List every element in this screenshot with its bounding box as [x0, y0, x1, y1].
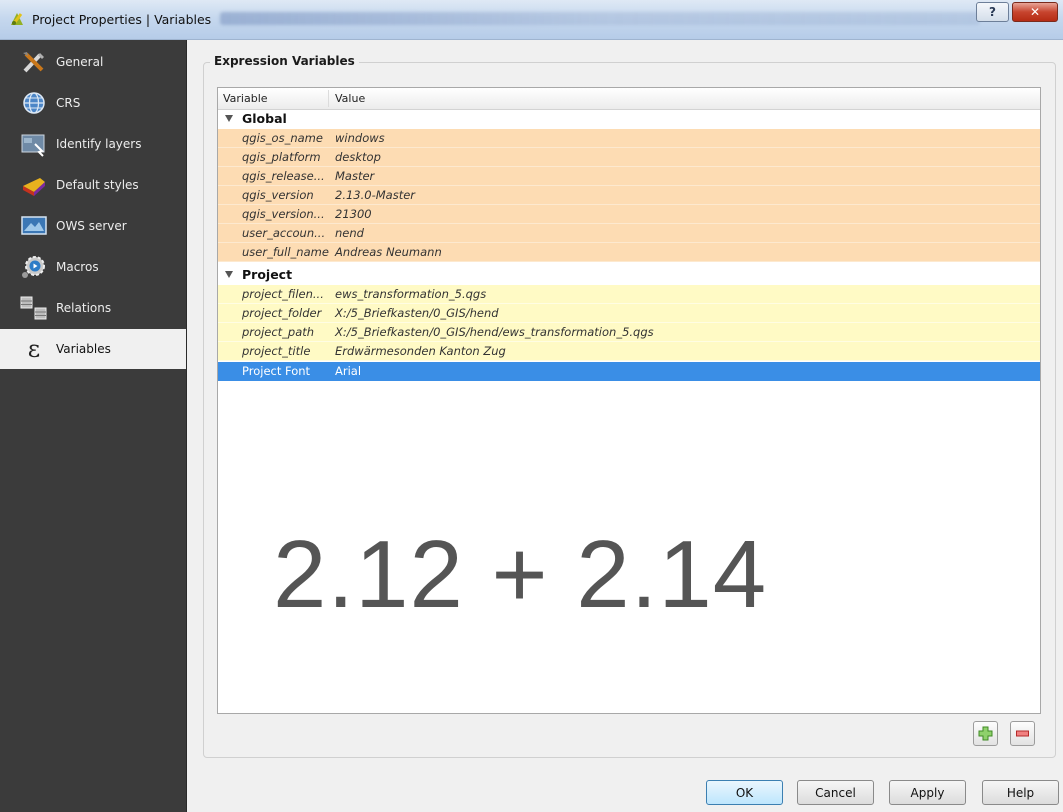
ows-icon — [21, 216, 47, 235]
minus-icon — [1016, 730, 1029, 737]
help-button[interactable]: Help — [982, 780, 1059, 805]
sidebar-item-relations[interactable]: Relations — [0, 288, 186, 328]
paint-icon — [23, 178, 45, 196]
variable-value: X:/5_Briefkasten/0_GIS/hend — [335, 306, 499, 320]
apply-button[interactable]: Apply — [889, 780, 966, 805]
sidebar-item-label: Default styles — [56, 178, 139, 192]
plus-icon — [978, 726, 993, 741]
macros-icon — [22, 256, 45, 278]
add-variable-button[interactable] — [973, 721, 998, 746]
table-row[interactable]: qgis_platform desktop — [218, 148, 1040, 167]
relations-icon — [20, 296, 47, 320]
sidebar-item-label: Identify layers — [56, 137, 142, 151]
variable-name: user_full_name — [242, 245, 329, 259]
sidebar-item-general[interactable]: General — [0, 42, 186, 82]
blurred-title-text — [220, 12, 980, 25]
title-bar: Project Properties | Variables ? ✕ — [0, 0, 1063, 40]
variable-value: Erdwärmesonden Kanton Zug — [335, 344, 506, 358]
table-row[interactable]: user_accoun... nend — [218, 224, 1040, 243]
variable-name: project_title — [242, 344, 311, 358]
table-row[interactable]: qgis_release... Master — [218, 167, 1040, 186]
expand-arrow-icon[interactable] — [225, 115, 233, 122]
sidebar-item-label: Variables — [56, 342, 111, 356]
variable-name: qgis_os_name — [242, 131, 323, 145]
cancel-button[interactable]: Cancel — [797, 780, 874, 805]
ok-button[interactable]: OK — [706, 780, 783, 805]
sidebar-item-label: Macros — [56, 260, 99, 274]
table-row[interactable]: qgis_version 2.13.0-Master — [218, 186, 1040, 205]
variable-name: project_path — [242, 325, 315, 339]
variable-value: ews_transformation_5.qgs — [335, 287, 487, 301]
variable-value: nend — [335, 226, 364, 240]
window-title: Project Properties | Variables — [32, 12, 212, 27]
table-row[interactable]: qgis_version... 21300 — [218, 205, 1040, 224]
table-row[interactable]: project_title Erdwärmesonden Kanton Zug — [218, 342, 1040, 361]
close-window-button[interactable]: ✕ — [1012, 2, 1058, 22]
remove-variable-button[interactable] — [1010, 721, 1035, 746]
variable-name: qgis_version... — [242, 207, 325, 221]
identify-icon — [21, 134, 45, 157]
variable-name: qgis_release... — [242, 169, 325, 183]
table-row[interactable]: project_path X:/5_Briefkasten/0_GIS/hend… — [218, 323, 1040, 342]
sidebar-item-crs[interactable]: CRS — [0, 83, 186, 123]
epsilon-icon: ε — [27, 335, 41, 363]
tree-header: Variable Value — [218, 88, 1040, 110]
sidebar-item-label: OWS server — [56, 219, 127, 233]
sidebar-item-label: CRS — [56, 96, 81, 110]
tools-icon — [23, 52, 44, 73]
column-header-variable[interactable]: Variable — [223, 92, 268, 105]
variable-name: project_folder — [242, 306, 322, 320]
group-name: Project — [242, 267, 293, 282]
column-header-value[interactable]: Value — [335, 92, 365, 105]
group-name: Global — [242, 111, 287, 126]
variable-value: 21300 — [335, 207, 372, 221]
table-row[interactable]: user_full_name Andreas Neumann — [218, 243, 1040, 262]
table-row[interactable]: project_filen... ews_transformation_5.qg… — [218, 285, 1040, 304]
variable-name: user_accoun... — [242, 226, 326, 240]
sidebar: General CRS Identify layers Default styl… — [0, 40, 187, 812]
variable-value: Andreas Neumann — [335, 245, 442, 259]
help-window-button[interactable]: ? — [976, 2, 1009, 22]
variable-value: desktop — [335, 150, 381, 164]
table-row[interactable]: qgis_os_name windows — [218, 129, 1040, 148]
variable-name[interactable]: Project Font — [242, 364, 310, 378]
variable-value: Master — [335, 169, 375, 183]
group-row-project[interactable]: Project — [218, 266, 1040, 285]
sidebar-item-ows-server[interactable]: OWS server — [0, 206, 186, 246]
group-row-global[interactable]: Global — [218, 110, 1040, 129]
globe-icon — [23, 92, 45, 114]
variable-value[interactable]: Arial — [335, 364, 361, 378]
variable-name: qgis_version — [242, 188, 314, 202]
variable-value: windows — [335, 131, 385, 145]
column-separator — [328, 90, 329, 107]
group-title: Expression Variables — [210, 54, 359, 68]
variable-value: X:/5_Briefkasten/0_GIS/hend/ews_transfor… — [335, 325, 654, 339]
sidebar-item-variables[interactable]: ε Variables — [0, 329, 186, 369]
sidebar-item-identify-layers[interactable]: Identify layers — [0, 124, 186, 164]
variable-name: qgis_platform — [242, 150, 321, 164]
variable-value: 2.13.0-Master — [335, 188, 416, 202]
qgis-logo-icon — [11, 13, 23, 25]
version-overlay-text: 2.12 + 2.14 — [273, 521, 768, 628]
sidebar-item-label: Relations — [56, 301, 112, 315]
table-row-selected[interactable]: Project Font Arial — [218, 362, 1040, 381]
variable-name: project_filen... — [242, 287, 324, 301]
sidebar-item-default-styles[interactable]: Default styles — [0, 165, 186, 205]
sidebar-item-macros[interactable]: Macros — [0, 247, 186, 287]
sidebar-item-label: General — [56, 55, 104, 69]
table-row[interactable]: project_folder X:/5_Briefkasten/0_GIS/he… — [218, 304, 1040, 323]
expand-arrow-icon[interactable] — [225, 271, 233, 278]
